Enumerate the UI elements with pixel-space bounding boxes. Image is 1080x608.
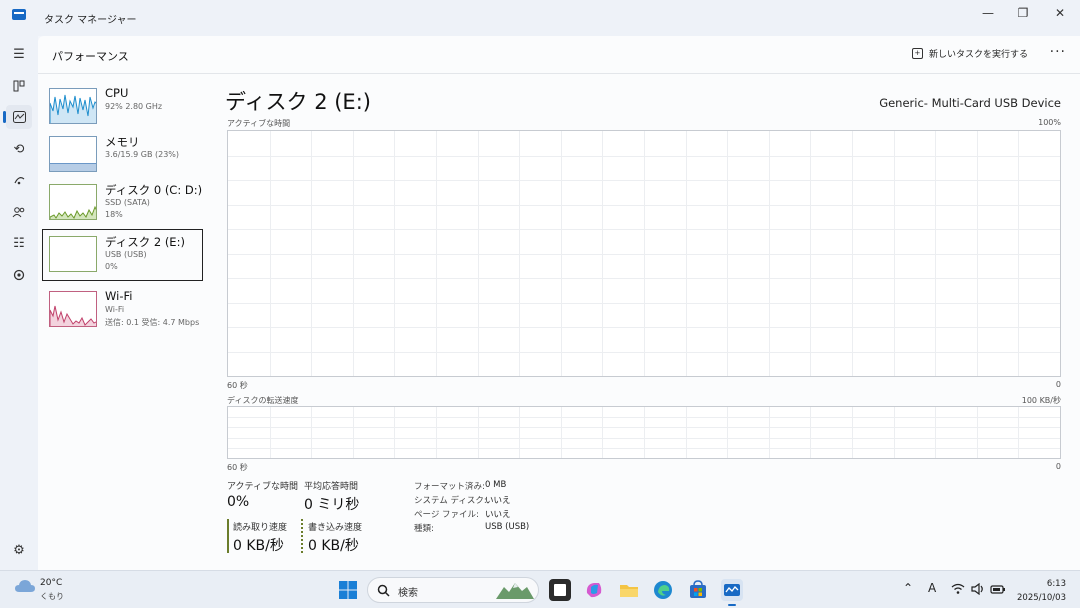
disk-title: ディスク 2 (E:) (225, 90, 371, 114)
write-speed-legend-line (301, 519, 303, 553)
transfer-rate-graph (227, 406, 1061, 459)
chevron-up-icon[interactable]: ⌃ (903, 581, 913, 595)
perf-item-detail: 3.6/15.9 GB (23%) (105, 150, 180, 159)
system-clock[interactable]: 6:13 2025/10/03 (1017, 577, 1066, 605)
perf-item-usage: 18% (105, 210, 123, 219)
run-new-task-button[interactable]: + 新しいタスクを実行する (911, 47, 1028, 60)
cpu-thumbnail-graph (49, 88, 97, 124)
perf-item-disk-2[interactable]: ディスク 2 (E:) USB (USB) 0% (42, 229, 203, 281)
clock-date: 2025/10/03 (1017, 593, 1066, 603)
taskbar-search[interactable]: 検索 (367, 577, 539, 603)
run-new-task-label: 新しいタスクを実行する (928, 50, 1028, 60)
active-time-graph (227, 130, 1061, 377)
read-speed-label: 読み取り速度 (233, 523, 288, 533)
wifi-thumbnail-graph (49, 291, 97, 327)
start-windows-icon[interactable] (337, 579, 359, 601)
maximize-button[interactable]: ❐ (1009, 4, 1037, 22)
minimize-button[interactable]: — (974, 4, 1002, 22)
active-time-graph-max: 100% (1038, 118, 1061, 127)
settings-gear-icon[interactable]: ⚙ (6, 538, 32, 562)
type-value: USB (USB) (485, 522, 530, 532)
active-time-value: 0% (227, 494, 250, 510)
task-manager-icon (12, 9, 26, 20)
startup-apps-icon[interactable] (6, 168, 32, 192)
copilot-icon[interactable] (583, 579, 605, 601)
page-file-value: いいえ (485, 510, 511, 520)
perf-item-detail: 92% 2.80 GHz (105, 102, 163, 111)
perf-item-cpu[interactable]: CPU 92% 2.80 GHz (42, 82, 203, 134)
window-title: タスク マネージャー (44, 15, 137, 26)
performance-icon[interactable] (3, 105, 32, 129)
page-file-label: ページ ファイル: (414, 510, 479, 520)
disk0-thumbnail-graph (49, 184, 97, 220)
perf-item-name: ディスク 2 (E:) (105, 235, 185, 249)
details-icon[interactable]: ☷ (6, 231, 32, 255)
perf-item-throughput: 送信: 0.1 受信: 4.7 Mbps (105, 318, 200, 327)
cloud-icon[interactable] (14, 579, 36, 593)
response-time-value: 0 ミリ秒 (304, 497, 360, 513)
system-disk-label: システム ディスク: (414, 496, 487, 506)
perf-item-name: Wi-Fi (105, 289, 133, 303)
new-task-icon: + (911, 48, 923, 59)
microsoft-store-icon[interactable] (687, 579, 709, 601)
task-manager-taskbar-icon[interactable] (721, 579, 743, 606)
perf-item-detail: Wi-Fi (105, 305, 125, 314)
response-time-label: 平均応答時間 (304, 482, 359, 492)
perf-item-disk-0[interactable]: ディスク 0 (C: D:) SSD (SATA) 18% (42, 178, 203, 230)
read-speed-legend-line (227, 519, 229, 553)
formatted-value: 0 MB (485, 480, 507, 490)
nav-rail: ☰ ⟲ ☷ ⚙ (0, 36, 38, 570)
search-placeholder: 検索 (398, 588, 418, 599)
search-highlight-image (496, 583, 534, 599)
more-options-button[interactable]: ··· (1050, 44, 1066, 60)
type-label: 種類: (414, 524, 434, 534)
file-explorer-dark-icon[interactable] (549, 579, 571, 601)
main-panel: パフォーマンス + 新しいタスクを実行する ··· CPU 92% 2.80 G… (38, 36, 1080, 570)
perf-item-detail: USB (USB) (105, 250, 147, 259)
write-speed-value: 0 KB/秒 (308, 538, 359, 554)
disk2-thumbnail-graph (49, 236, 97, 272)
transfer-rate-graph-max: 100 KB/秒 (1021, 396, 1061, 405)
perf-item-name: ディスク 0 (C: D:) (105, 183, 203, 197)
volume-icon[interactable] (971, 583, 985, 595)
memory-thumbnail-graph (49, 136, 97, 172)
clock-time: 6:13 (1046, 579, 1066, 589)
app-history-icon[interactable]: ⟲ (6, 137, 32, 161)
perf-item-name: メモリ (105, 135, 140, 149)
hamburger-menu-icon[interactable]: ☰ (6, 42, 32, 66)
perf-item-wifi[interactable]: Wi-Fi Wi-Fi 送信: 0.1 受信: 4.7 Mbps (42, 285, 203, 337)
perf-item-name: CPU (105, 86, 129, 100)
active-time-x-right: 0 (1055, 380, 1061, 389)
battery-icon[interactable] (990, 583, 1006, 595)
write-speed-label: 書き込み速度 (308, 523, 363, 533)
perf-item-detail: SSD (SATA) (105, 198, 150, 207)
transfer-rate-x-left: 60 秒 (227, 463, 248, 472)
perf-item-memory[interactable]: メモリ 3.6/15.9 GB (23%) (42, 130, 203, 182)
weather-condition[interactable]: くもり (40, 591, 64, 602)
transfer-rate-graph-label: ディスクの転送速度 (227, 396, 299, 405)
services-icon[interactable] (6, 263, 32, 287)
ime-mode-icon[interactable]: A (928, 581, 936, 595)
edge-browser-icon[interactable] (652, 579, 674, 601)
perf-item-usage: 0% (105, 262, 118, 271)
formatted-label: フォーマット済み: (414, 482, 485, 492)
users-icon[interactable] (6, 200, 32, 224)
system-disk-value: いいえ (485, 496, 511, 506)
page-header: パフォーマンス + 新しいタスクを実行する ··· (38, 36, 1080, 74)
title-bar: タスク マネージャー — ❐ ✕ (0, 0, 1080, 36)
transfer-rate-x-right: 0 (1055, 462, 1061, 471)
processes-icon[interactable] (6, 74, 32, 98)
weather-temperature[interactable]: 20°C (40, 578, 62, 588)
device-name: Generic- Multi-Card USB Device (879, 96, 1061, 110)
search-icon (377, 584, 390, 597)
wifi-icon[interactable] (951, 583, 965, 595)
active-time-x-left: 60 秒 (227, 381, 248, 390)
active-time-graph-label: アクティブな時間 (227, 119, 291, 128)
page-title: パフォーマンス (52, 50, 129, 63)
read-speed-value: 0 KB/秒 (233, 538, 284, 554)
taskbar: 20°C くもり 検索 ⌃ A 6:13 2025/10/03 (0, 570, 1080, 608)
active-time-label: アクティブな時間 (227, 482, 299, 492)
folder-icon[interactable] (618, 579, 640, 601)
close-button[interactable]: ✕ (1046, 4, 1074, 22)
